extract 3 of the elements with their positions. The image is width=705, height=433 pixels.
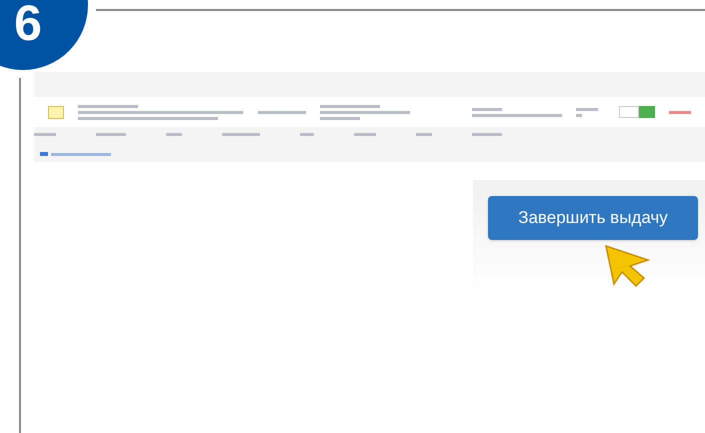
step-number: 6: [14, 0, 42, 46]
pointer-cursor-icon: [604, 244, 652, 288]
finish-button[interactable]: Завершить выдачу: [488, 196, 698, 240]
